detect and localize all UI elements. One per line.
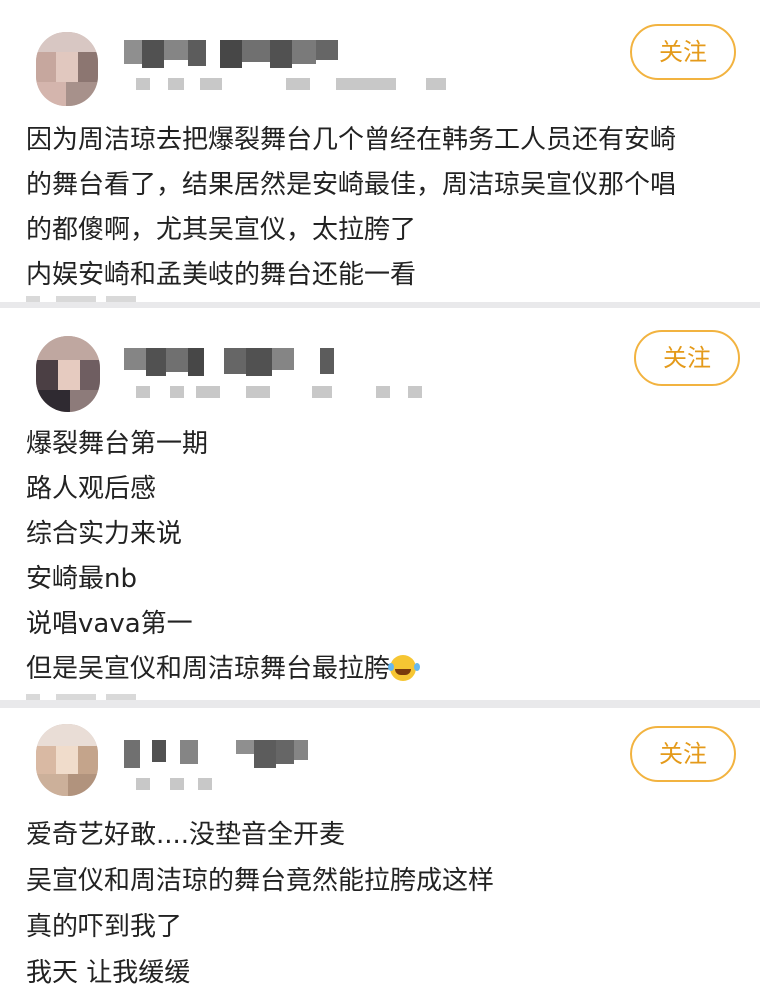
- post-line: 安崎最nb: [26, 564, 137, 594]
- post-line: 爆裂舞台第一期: [26, 429, 209, 459]
- post-line: 路人观后感: [26, 474, 157, 504]
- post-line: 因为周洁琼去把爆裂舞台几个曾经在韩务工人员还有安崎: [26, 125, 677, 155]
- cut-off-row: [26, 694, 226, 700]
- post-meta-blurred: [136, 386, 436, 400]
- post-line-text: 但是吴宣仪和周洁琼舞台最拉胯: [26, 654, 391, 684]
- post-card-1: 关注 因为周洁琼去把爆裂舞台几个曾经在韩务工人员还有安崎 的舞台看了，结果居然是…: [0, 0, 760, 302]
- post-line: 内娱安崎和孟美岐的舞台还能一看: [26, 260, 417, 290]
- username-blurred[interactable]: [124, 348, 344, 376]
- post-card-2: 关注 爆裂舞台第一期 路人观后感 综合实力来说 安崎最nb 说唱vava第一 但…: [0, 308, 760, 700]
- post-meta-blurred: [136, 778, 256, 792]
- username-blurred[interactable]: [124, 740, 314, 768]
- post-line: 说唱vava第一: [26, 609, 193, 639]
- post-content: 爆裂舞台第一期 路人观后感 综合实力来说 安崎最nb 说唱vava第一 但是吴宣…: [26, 422, 740, 692]
- follow-button[interactable]: 关注: [634, 330, 740, 386]
- avatar[interactable]: [36, 32, 98, 106]
- avatar[interactable]: [36, 336, 100, 412]
- post-content: 因为周洁琼去把爆裂舞台几个曾经在韩务工人员还有安崎 的舞台看了，结果居然是安崎最…: [26, 118, 740, 298]
- post-line: 我天 让我缓缓: [26, 958, 191, 988]
- follow-button[interactable]: 关注: [630, 726, 736, 782]
- avatar[interactable]: [36, 724, 98, 796]
- post-line: 综合实力来说: [26, 519, 183, 549]
- post-line: 吴宣仪和周洁琼的舞台竟然能拉胯成这样: [26, 866, 495, 896]
- post-line: 爱奇艺好敢....没垫音全开麦: [26, 820, 346, 850]
- post-card-3: 关注 爱奇艺好敢....没垫音全开麦 吴宣仪和周洁琼的舞台竟然能拉胯成这样 真的…: [0, 708, 760, 1000]
- laughing-crying-emoji-icon: [388, 655, 417, 681]
- cut-off-row: [26, 296, 226, 302]
- post-line: 的都傻啊，尤其吴宣仪，太拉胯了: [26, 215, 417, 245]
- post-content: 爱奇艺好敢....没垫音全开麦 吴宣仪和周洁琼的舞台竟然能拉胯成这样 真的吓到我…: [26, 812, 740, 996]
- follow-button[interactable]: 关注: [630, 24, 736, 80]
- post-line: 真的吓到我了: [26, 912, 183, 942]
- post-line: 的舞台看了，结果居然是安崎最佳，周洁琼吴宣仪那个唱: [26, 170, 677, 200]
- post-meta-blurred: [136, 78, 456, 92]
- post-line-with-emoji: 但是吴宣仪和周洁琼舞台最拉胯: [26, 647, 740, 692]
- username-blurred[interactable]: [124, 40, 344, 68]
